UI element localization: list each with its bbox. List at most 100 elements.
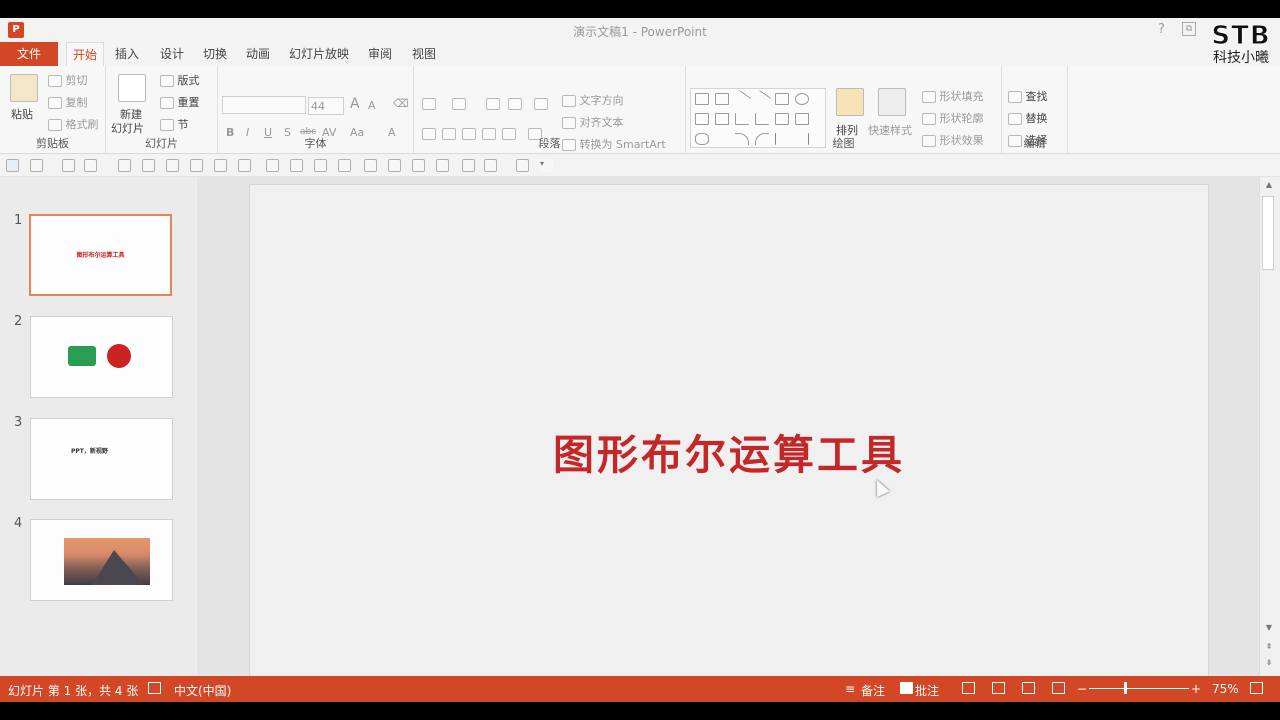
align-left-qat-icon[interactable] [338,159,351,172]
right-arrow-shape-icon[interactable] [775,113,789,125]
group-font: 44 A A ⌫ B I U S abc AV Aa A 字体 [218,66,414,154]
align-middle-icon[interactable] [314,159,327,172]
elbow-arrow-icon[interactable] [755,113,769,125]
reset-button[interactable]: 重置 [160,94,200,110]
shape-fill-button[interactable]: 形状填充 [922,88,984,104]
vertical-scrollbar[interactable]: ▲ ▼ ⇞ ⇟ [1259,177,1277,677]
align-top-icon[interactable] [290,159,303,172]
arrow-shape-icon[interactable] [752,90,772,108]
scrollbar-thumb[interactable] [1262,196,1274,270]
slide-thumbnail-4[interactable] [30,519,173,601]
subtract-shapes-icon[interactable] [238,159,251,172]
tab-design[interactable]: 设计 [154,42,190,66]
fit-to-window-icon[interactable] [1250,682,1263,694]
zoom-slider-handle[interactable] [1124,682,1127,694]
tab-insert[interactable]: 插入 [109,42,145,66]
customize-qat-icon[interactable]: ▾ [540,159,553,172]
bullets-icon[interactable] [422,98,436,110]
zoom-slider[interactable] [1089,688,1189,689]
tab-file[interactable]: 文件 [0,42,58,66]
union-shapes-icon[interactable] [142,159,155,172]
increase-indent-icon[interactable] [508,98,522,110]
text-direction-button[interactable]: 文字方向 [562,92,624,108]
normal-view-icon[interactable] [962,682,975,694]
find-button[interactable]: 查找 [1008,88,1048,104]
align-center-qat-icon[interactable] [364,159,377,172]
vertical-textbox-shape-icon[interactable] [715,93,729,105]
distribute-v-icon[interactable] [436,159,449,172]
help-button[interactable]: ? [1158,22,1165,37]
pencil-icon [922,113,936,125]
intersect-shapes-icon[interactable] [214,159,227,172]
previous-slide-icon[interactable]: ⇞ [1264,643,1274,651]
align-right-qat-icon[interactable] [388,159,401,172]
new-slide-dropdown[interactable]: 幻灯片 [111,120,144,136]
group-label: 绘图 [832,137,855,150]
spell-check-icon[interactable] [148,682,161,694]
tab-transitions[interactable]: 切换 [197,42,233,66]
scroll-up-icon[interactable]: ▲ [1264,181,1274,189]
current-slide[interactable]: 图形布尔运算工具 [249,184,1209,677]
layout-button[interactable]: 版式 [160,72,200,88]
font-size-input[interactable]: 44 [308,97,344,115]
combine-shapes-icon[interactable] [166,159,179,172]
slide-thumbnail-1[interactable]: 图形布尔运算工具 [29,214,172,296]
section-button[interactable]: 节 [160,116,189,132]
rounded-rect-shape-icon[interactable] [695,113,709,125]
line-shape-icon[interactable] [732,90,752,108]
zoom-in-button[interactable]: + [1191,682,1201,696]
redo-icon[interactable] [62,159,75,172]
tab-view[interactable]: 视图 [406,42,442,66]
copy-button[interactable]: 复制 [48,94,88,110]
tab-animations[interactable]: 动画 [240,42,276,66]
scroll-down-icon[interactable]: ▼ [1264,624,1274,632]
align-text-button[interactable]: 对齐文本 [562,114,624,130]
distribute-h-icon[interactable] [412,159,425,172]
zoom-level[interactable]: 75% [1212,682,1239,696]
reading-view-icon[interactable] [1022,682,1035,694]
slide-thumbnail-2[interactable] [30,316,173,398]
rectangle-shape-icon[interactable] [775,93,789,105]
notes-button[interactable]: 备注 [861,682,885,699]
save-icon[interactable] [6,159,19,172]
shape-outline-button[interactable]: 形状轮廓 [922,110,984,126]
layout-icon [160,75,174,87]
elbow-connector-icon[interactable] [735,113,749,125]
language-status[interactable]: 中文(中国) [174,682,231,699]
slide-title[interactable]: 图形布尔运算工具 [250,421,1208,481]
undo-icon[interactable] [30,159,43,172]
replace-button[interactable]: 替换 [1008,110,1048,126]
cut-button[interactable]: 剪切 [48,72,88,88]
line-spacing-icon[interactable] [534,98,548,110]
clear-format-icon[interactable]: ⌫ [393,97,409,110]
ribbon-display-options-button[interactable]: ⧉ [1182,22,1196,36]
shrink-font-button[interactable]: A [368,99,376,112]
textbox-shape-icon[interactable] [695,93,709,105]
tab-home[interactable]: 开始 [66,42,105,66]
format-painter-button[interactable]: 格式刷 [48,116,99,132]
grow-font-button[interactable]: A [350,96,360,112]
screenshot-qat-icon[interactable] [516,159,529,172]
slide-thumbnail-3[interactable]: PPT，新视野 [30,418,173,500]
tab-review[interactable]: 审阅 [362,42,398,66]
decrease-indent-icon[interactable] [486,98,500,110]
shapes-qat-icon[interactable] [484,159,497,172]
zoom-out-button[interactable]: − [1077,682,1087,696]
oval-shape-icon[interactable] [795,93,809,105]
next-slide-icon[interactable]: ⇟ [1264,659,1274,667]
text-box-qat-icon[interactable] [462,159,475,172]
boolean-tool-icon[interactable] [118,159,131,172]
down-arrow-shape-icon[interactable] [795,113,809,125]
slide-sorter-view-icon[interactable] [992,682,1005,694]
comments-button[interactable]: 批注 [915,682,939,699]
triangle-shape-icon[interactable] [715,113,729,125]
paste-button[interactable]: 粘贴 [11,106,33,122]
slideshow-view-icon[interactable] [1052,682,1065,694]
font-name-input[interactable] [222,96,306,114]
fragment-shapes-icon[interactable] [190,159,203,172]
numbering-icon[interactable] [452,98,466,110]
align-bottom-icon[interactable] [266,159,279,172]
tab-slideshow[interactable]: 幻灯片放映 [283,42,355,66]
paste-icon [10,74,38,102]
touch-mode-icon[interactable] [84,159,97,172]
